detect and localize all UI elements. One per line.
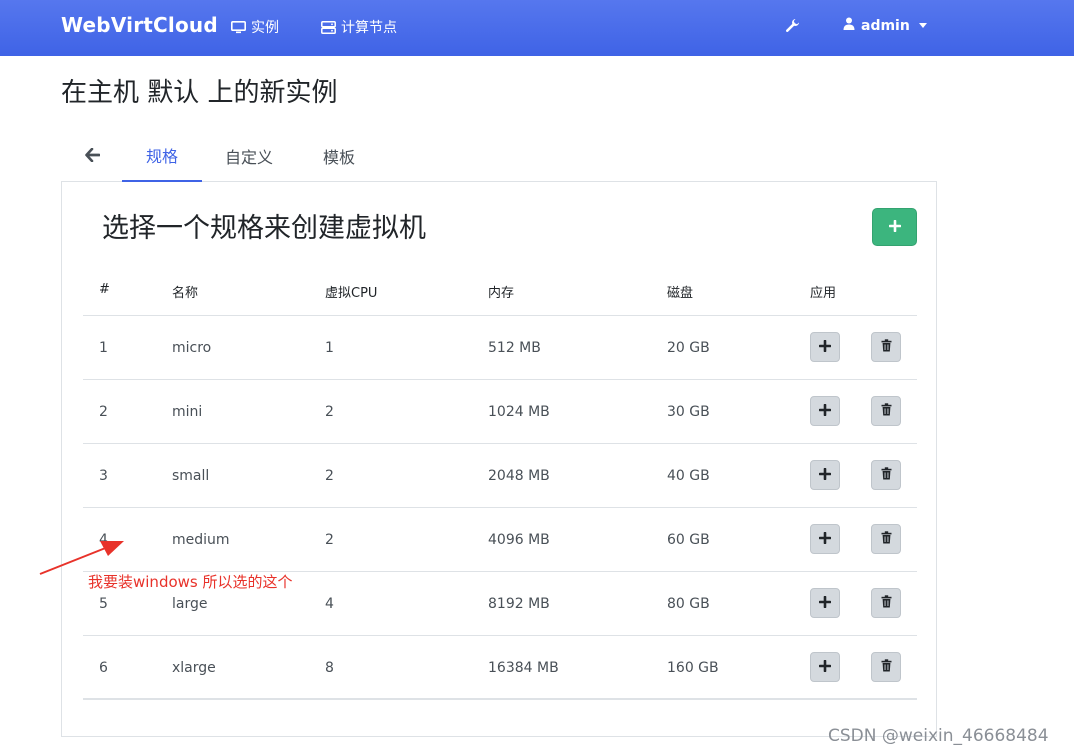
table-row: 6 xlarge 8 16384 MB 160 GB [83,636,917,700]
table-row: 3 small 2 2048 MB 40 GB [83,444,917,508]
cell-memory: 16384 MB [488,660,559,676]
table-body: 1 micro 1 512 MB 20 GB 2 mini 2 1024 MB 30 GB 3 sma… [83,316,917,700]
annotation-note: 我要装windows 所以选的这个 [88,573,293,591]
brand-logo[interactable]: WebVirtCloud [61,13,218,37]
apply-flavor-button[interactable] [810,460,840,490]
apply-flavor-button[interactable] [810,332,840,362]
trash-icon [881,531,892,547]
apply-flavor-button[interactable] [810,588,840,618]
plus-icon [888,219,901,235]
plus-icon [818,595,832,611]
delete-flavor-button[interactable] [871,652,901,682]
cell-num: 2 [99,404,108,420]
caret-down-icon [918,23,927,28]
cell-num: 5 [99,596,108,612]
trash-icon [881,403,892,419]
delete-flavor-button[interactable] [871,332,901,362]
card-title: 选择一个规格来创建虚拟机 [102,213,426,244]
header-vcpu: 虚拟CPU [325,286,378,301]
nav-instances-link[interactable]: 实例 [231,17,279,37]
delete-flavor-button[interactable] [871,460,901,490]
trash-icon [881,467,892,483]
table-header: # 名称 虚拟CPU 内存 磁盘 应用 [83,270,917,316]
cell-disk: 20 GB [667,340,710,356]
header-disk: 磁盘 [667,286,694,301]
apply-flavor-button[interactable] [810,652,840,682]
table-row: 2 mini 2 1024 MB 30 GB [83,380,917,444]
cell-vcpu: 8 [325,660,334,676]
cell-name: micro [172,340,212,356]
user-menu-dropdown[interactable]: admin [843,17,927,34]
create-instance-tabs: 规格 自定义 模板 [61,130,937,182]
cell-memory: 8192 MB [488,596,550,612]
cell-vcpu: 2 [325,404,334,420]
back-button[interactable] [77,130,107,182]
plus-icon [818,403,832,419]
tab-flavors[interactable]: 规格 [122,130,202,182]
tab-custom[interactable]: 自定义 [214,130,284,182]
trash-icon [881,595,892,611]
trash-icon [881,659,892,675]
apply-flavor-button[interactable] [810,396,840,426]
cell-disk: 60 GB [667,532,710,548]
flavor-table: # 名称 虚拟CPU 内存 磁盘 应用 1 micro 1 512 MB 20 GB 2 m… [83,270,917,700]
flavor-card: 选择一个规格来创建虚拟机 # 名称 虚拟CPU 内存 磁盘 应用 1 micro 1… [61,182,937,737]
nav-instances-label: 实例 [251,20,279,36]
cell-num: 3 [99,468,108,484]
delete-flavor-button[interactable] [871,524,901,554]
delete-flavor-button[interactable] [871,588,901,618]
header-apply: 应用 [810,286,837,301]
header-num: # [99,282,110,297]
cell-disk: 30 GB [667,404,710,420]
cell-disk: 80 GB [667,596,710,612]
delete-flavor-button[interactable] [871,396,901,426]
cell-num: 6 [99,660,108,676]
cell-name: mini [172,404,203,420]
cell-memory: 2048 MB [488,468,550,484]
watermark: CSDN @weixin_46668484 [828,726,1049,746]
cell-vcpu: 4 [325,596,334,612]
server-icon [321,20,336,34]
nav-compute-nodes-link[interactable]: 计算节点 [321,17,397,37]
cell-disk: 160 GB [667,660,719,676]
cell-name: xlarge [172,660,216,676]
table-row: 1 micro 1 512 MB 20 GB [83,316,917,380]
apply-flavor-button[interactable] [810,524,840,554]
cell-memory: 512 MB [488,340,541,356]
page-title: 在主机 默认 上的新实例 [61,78,338,108]
cell-name: large [172,596,208,612]
cell-memory: 4096 MB [488,532,550,548]
user-name: admin [861,17,910,34]
plus-icon [818,531,832,547]
nav-compute-nodes-label: 计算节点 [341,20,397,36]
header-name: 名称 [172,286,199,301]
add-flavor-button[interactable] [872,208,917,246]
wrench-icon[interactable] [785,18,800,37]
navbar: WebVirtCloud 实例 计算节点 admin [0,0,1074,56]
cell-num: 4 [99,532,108,548]
user-icon [843,17,855,34]
plus-icon [818,659,832,675]
cell-num: 1 [99,340,108,356]
cell-memory: 1024 MB [488,404,550,420]
cell-name: small [172,468,210,484]
plus-icon [818,467,832,483]
arrow-left-icon [84,147,100,166]
header-memory: 内存 [488,286,515,301]
tab-template[interactable]: 模板 [309,130,369,182]
plus-icon [818,339,832,355]
cell-vcpu: 1 [325,340,334,356]
cell-vcpu: 2 [325,532,334,548]
monitor-icon [231,20,246,34]
trash-icon [881,339,892,355]
cell-vcpu: 2 [325,468,334,484]
cell-name: medium [172,532,230,548]
table-row: 4 medium 2 4096 MB 60 GB [83,508,917,572]
cell-disk: 40 GB [667,468,710,484]
